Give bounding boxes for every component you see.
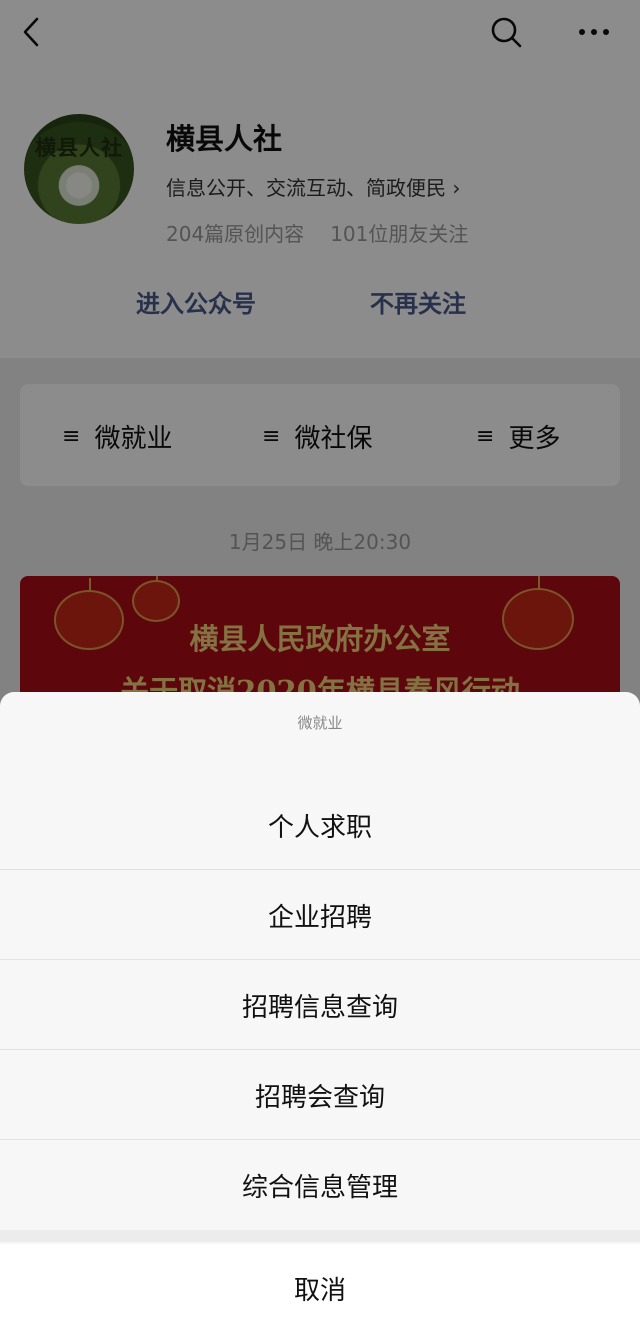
action-sheet-title: 微就业 [297, 714, 343, 732]
option-job-fair-query[interactable]: 招聘会查询 [0, 1050, 640, 1140]
option-enterprise-recruitment[interactable]: 企业招聘 [0, 870, 640, 960]
option-personal-job-seeking[interactable]: 个人求职 [0, 780, 640, 870]
option-comprehensive-info-management[interactable]: 综合信息管理 [0, 1140, 640, 1230]
option-recruitment-info-query[interactable]: 招聘信息查询 [0, 960, 640, 1050]
action-sheet: 微就业 个人求职 企业招聘 招聘信息查询 招聘会查询 综合信息管理 取消 [0, 692, 640, 1332]
cancel-separator [0, 1230, 640, 1242]
cancel-button[interactable]: 取消 [0, 1244, 640, 1332]
